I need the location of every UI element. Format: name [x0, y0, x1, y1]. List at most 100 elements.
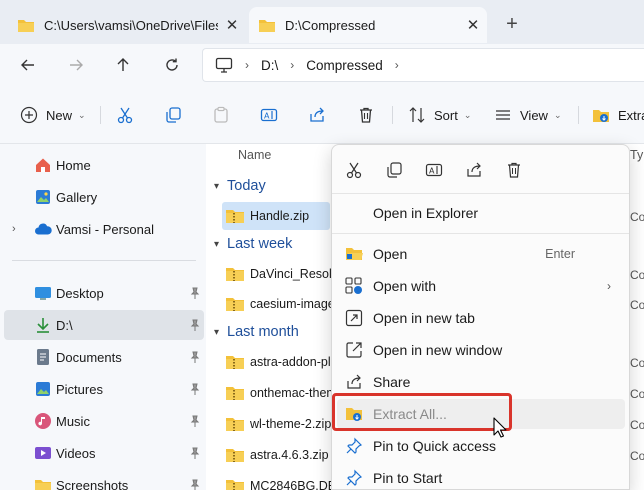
menu-item-open-with[interactable]: Open with ›: [337, 271, 625, 301]
this-pc-icon[interactable]: [215, 57, 233, 73]
group-label: Last month: [227, 324, 299, 340]
pin-icon[interactable]: [190, 319, 200, 331]
group-header-today[interactable]: ▾ Today: [214, 178, 266, 194]
sidebar-item-label: D:\: [56, 317, 73, 333]
sidebar-item-desktop[interactable]: Desktop: [4, 278, 204, 308]
up-button[interactable]: [108, 50, 138, 80]
pin-icon[interactable]: [190, 447, 200, 459]
gallery-icon: [34, 188, 52, 206]
tab-label: C:\Users\vamsi\OneDrive\Files\: [44, 17, 218, 33]
file-type: Co: [630, 356, 644, 370]
new-tab-button[interactable]: +: [497, 10, 527, 38]
context-quick-actions: A: [332, 151, 629, 189]
delete-button[interactable]: [357, 100, 375, 130]
close-tab-icon[interactable]: ✕: [459, 11, 487, 39]
pin-icon[interactable]: [190, 383, 200, 395]
rename-icon[interactable]: A: [423, 159, 445, 181]
address-bar[interactable]: › D:\ › Compressed ›: [202, 48, 644, 82]
menu-item-open-in-new-tab[interactable]: Open in new tab: [337, 303, 625, 333]
chevron-right-icon[interactable]: ›: [395, 58, 399, 72]
extract-icon: [593, 110, 609, 122]
onedrive-cloud-icon: [34, 220, 52, 238]
menu-item-open-in-new-window[interactable]: Open in new window: [337, 335, 625, 365]
pin-icon[interactable]: [190, 415, 200, 427]
music-icon: [34, 412, 52, 430]
copy-button[interactable]: [164, 100, 182, 130]
forward-button[interactable]: [61, 50, 91, 80]
documents-icon: [34, 348, 52, 366]
tab-bar: C:\Users\vamsi\OneDrive\Files\ ✕ D:\Comp…: [0, 0, 644, 44]
desktop-icon: [34, 284, 52, 302]
column-header-name[interactable]: Name: [238, 148, 271, 162]
zip-folder-icon: [226, 449, 244, 462]
paste-button[interactable]: [212, 100, 230, 130]
cut-button[interactable]: [116, 100, 134, 130]
refresh-icon: [166, 58, 178, 71]
cut-icon[interactable]: [343, 159, 365, 181]
chevron-right-icon[interactable]: ›: [245, 58, 249, 72]
group-header-last-week[interactable]: ▾ Last week: [214, 236, 292, 252]
svg-text:A: A: [429, 167, 435, 176]
sidebar-item-home[interactable]: Home: [4, 150, 204, 180]
menu-divider: [332, 193, 629, 194]
trash-icon: [360, 107, 372, 123]
share-button[interactable]: [308, 100, 326, 130]
sidebar-item-screenshots[interactable]: Screenshots: [4, 470, 204, 490]
trash-icon[interactable]: [503, 159, 525, 181]
menu-item-label: Pin to Quick access: [373, 438, 496, 454]
menu-item-pin-to-start[interactable]: Pin to Start: [337, 463, 625, 490]
file-type: Co: [630, 449, 644, 463]
column-header-type[interactable]: Typ: [630, 148, 644, 162]
pin-icon[interactable]: [190, 351, 200, 363]
breadcrumb-drive[interactable]: D:\: [261, 58, 278, 73]
share-icon[interactable]: [463, 159, 485, 181]
menu-item-label: Open in Explorer: [373, 205, 479, 221]
menu-item-open[interactable]: Open Enter: [337, 239, 625, 269]
back-button[interactable]: [13, 50, 43, 80]
sidebar-item-gallery[interactable]: Gallery: [4, 182, 204, 212]
menu-item-share[interactable]: Share: [337, 367, 625, 397]
list-item[interactable]: Handle.zip: [222, 202, 330, 230]
sort-button[interactable]: Sort ⌄: [408, 100, 471, 130]
plus-circle-icon: [20, 106, 38, 124]
sidebar-item-music[interactable]: Music: [4, 406, 204, 436]
pin-icon[interactable]: [190, 287, 200, 299]
menu-item-extract-all[interactable]: Extract All...: [337, 399, 625, 429]
rename-button[interactable]: A: [260, 100, 278, 130]
chevron-down-icon: ▾: [214, 238, 220, 250]
tab-compressed[interactable]: D:\Compressed ✕: [249, 7, 487, 43]
sidebar-item-label: Documents: [56, 349, 122, 365]
pin-icon[interactable]: [190, 479, 200, 490]
sidebar-item-label: Music: [56, 413, 90, 429]
sidebar-item-documents[interactable]: Documents: [4, 342, 204, 372]
share-icon: [310, 107, 324, 122]
sidebar-item-videos[interactable]: Videos: [4, 438, 204, 468]
sidebar-item-d-drive[interactable]: D:\: [4, 310, 204, 340]
share-icon: [345, 373, 363, 391]
tab-onedrive-files[interactable]: C:\Users\vamsi\OneDrive\Files\ ✕: [8, 7, 246, 43]
group-header-last-month[interactable]: ▾ Last month: [214, 324, 299, 340]
file-name: caesium-image-: [250, 297, 339, 311]
sidebar-item-onedrive[interactable]: › Vamsi - Personal: [4, 214, 204, 244]
sidebar-item-pictures[interactable]: Pictures: [4, 374, 204, 404]
new-button[interactable]: New ⌄: [20, 100, 86, 130]
breadcrumb-compressed[interactable]: Compressed: [306, 58, 383, 73]
view-button[interactable]: View ⌄: [494, 100, 562, 130]
chevron-right-icon[interactable]: ›: [12, 223, 16, 235]
menu-item-pin-to-quick-access[interactable]: Pin to Quick access: [337, 431, 625, 461]
sidebar-item-label: Gallery: [56, 189, 98, 205]
view-label: View: [520, 107, 548, 123]
close-tab-icon[interactable]: ✕: [218, 11, 246, 39]
menu-item-open-in-explorer[interactable]: Open in Explorer: [337, 198, 625, 228]
refresh-button[interactable]: [157, 50, 187, 80]
command-bar: New ⌄ A Sort ⌄ View ⌄ Extra: [0, 86, 644, 144]
menu-item-label: Open in new window: [373, 342, 503, 358]
chevron-right-icon[interactable]: ›: [290, 58, 294, 72]
menu-item-label: Pin to Start: [373, 470, 443, 486]
file-name: astra-addon-plu: [250, 355, 338, 369]
copy-icon[interactable]: [383, 159, 405, 181]
file-type: Co: [630, 268, 644, 282]
zip-folder-icon: [226, 356, 244, 369]
extract-all-toolbar-button[interactable]: Extra: [592, 100, 644, 130]
chevron-down-icon: ▾: [214, 180, 220, 192]
